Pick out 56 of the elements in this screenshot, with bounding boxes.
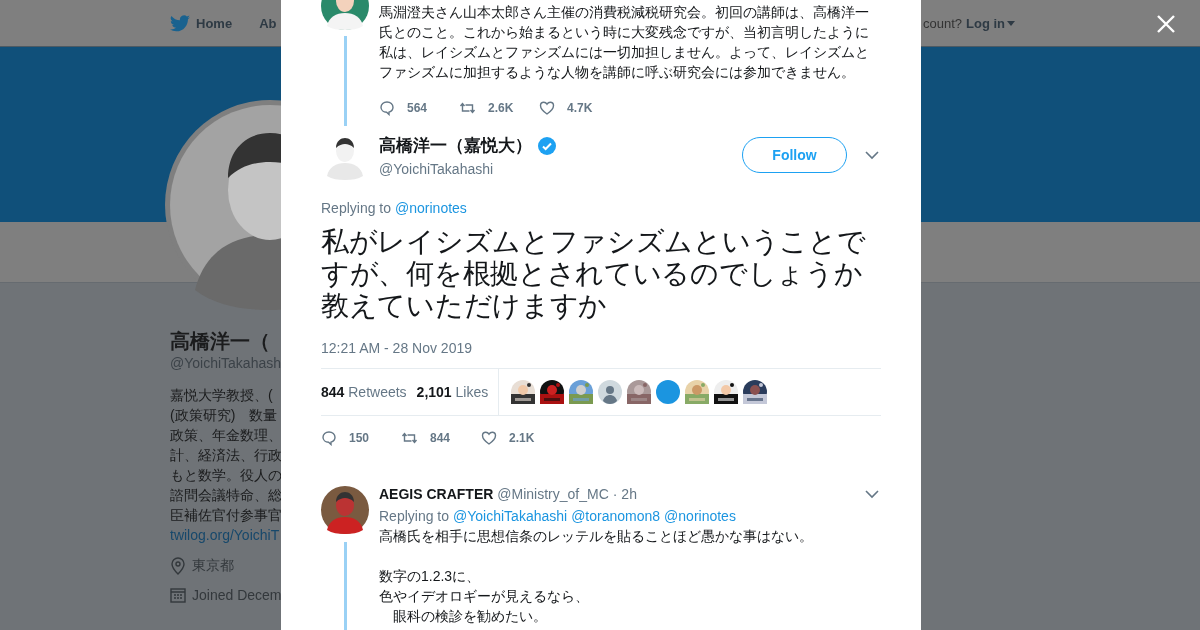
retweet-icon xyxy=(459,100,476,116)
avatar-icon[interactable] xyxy=(598,380,623,404)
bird-logo-icon xyxy=(170,14,190,32)
retweet-button[interactable]: 2.6K xyxy=(459,100,539,116)
bio-line: 諮問会議特命、総 xyxy=(170,486,282,505)
retweet-button[interactable]: 844 xyxy=(401,430,481,446)
login-link[interactable]: Log in xyxy=(966,15,1015,31)
retweet-icon xyxy=(401,430,418,446)
close-icon[interactable] xyxy=(1156,14,1176,34)
bio-line: 嘉悦大学教授、( xyxy=(170,386,273,405)
tweet-text-line: 高橋氏を相手に思想信条のレッテルを貼ることほど愚かな事はない。 xyxy=(379,527,813,546)
mention-link[interactable]: @toranomon8 xyxy=(571,508,661,524)
home-link[interactable]: Home xyxy=(170,14,233,32)
retweet-count[interactable]: 844 Retweets xyxy=(321,384,407,400)
bio-line: (政策研究) 数量 xyxy=(170,406,278,425)
profile-joined: Joined Decem xyxy=(192,587,282,603)
caret-icon xyxy=(1007,20,1015,26)
chevron-down-icon[interactable] xyxy=(865,150,879,160)
reply-button[interactable]: 564 xyxy=(379,100,459,116)
tweet-timestamp: 12:21 AM - 28 Nov 2019 xyxy=(321,340,473,356)
mention-link[interactable]: @norinotes xyxy=(395,200,467,216)
bio-line: 計、経済法、行政 xyxy=(170,446,282,465)
mention-link[interactable]: @norinotes xyxy=(664,508,736,524)
bio-line: もと数学。役人の xyxy=(170,466,282,485)
author-handle[interactable]: @Ministry_of_MC xyxy=(497,486,609,502)
tweet-text-line: 数字の1.2.3に、 xyxy=(379,567,481,586)
heart-icon xyxy=(481,430,497,446)
tweet-text: 馬淵澄夫さん山本太郎さん主催の消費税減税研究会。初回の講師は、高橋洋一氏とのこと。これから始まるという時に大変残念ですが、当初言明したように私は、レイシズムとファシズムには一切加担しません。よって、レイシズムとファシズムに加担するような人物を講師に呼ぶ研究会には参加できません。 xyxy=(379,3,869,82)
speech-bubble-icon xyxy=(379,100,395,116)
profile-name: 高橋洋一（ xyxy=(170,329,270,353)
like-button[interactable]: 4.7K xyxy=(539,100,619,116)
author-name[interactable]: 高橋洋一（嘉悦大） xyxy=(379,134,532,157)
like-count[interactable]: 2,101 Likes xyxy=(416,384,489,400)
replying-label: Replying to xyxy=(321,200,392,216)
bio-line: 政策、年金数理、 xyxy=(170,426,282,445)
author-name[interactable]: AEGIS CRAFTER xyxy=(379,486,494,502)
heart-icon xyxy=(539,100,555,116)
mention-link[interactable]: @YoichiTakahashi xyxy=(453,508,568,524)
profile-location: 東京都 xyxy=(192,557,234,575)
avatar-icon[interactable] xyxy=(656,380,681,404)
chevron-down-icon[interactable] xyxy=(865,489,879,499)
tweet-text-line: 色やイデオロギーが見えるなら、 xyxy=(379,587,589,606)
location-pin-icon xyxy=(170,557,186,575)
bio-line: 臣補佐官付参事官 xyxy=(170,506,282,525)
author-handle[interactable]: @YoichiTakahashi xyxy=(379,161,732,177)
replying-label: Replying to xyxy=(379,508,450,524)
like-button[interactable]: 2.1K xyxy=(481,430,561,446)
tweet-time: · 2h xyxy=(612,486,637,502)
calendar-icon xyxy=(170,587,186,603)
follow-button[interactable]: Follow xyxy=(742,137,847,173)
tweet-text: 私がレイシズムとファシズムということですが、何を根拠とされているのでしょうか教えていただけますか xyxy=(321,226,867,322)
reply-button[interactable]: 150 xyxy=(321,430,401,446)
tweet-text-line: 眼科の検診を勧めたい。 xyxy=(392,607,547,626)
about-link[interactable]: Ab xyxy=(259,15,277,31)
speech-bubble-icon xyxy=(321,430,337,446)
account-prompt: count? xyxy=(922,15,962,31)
